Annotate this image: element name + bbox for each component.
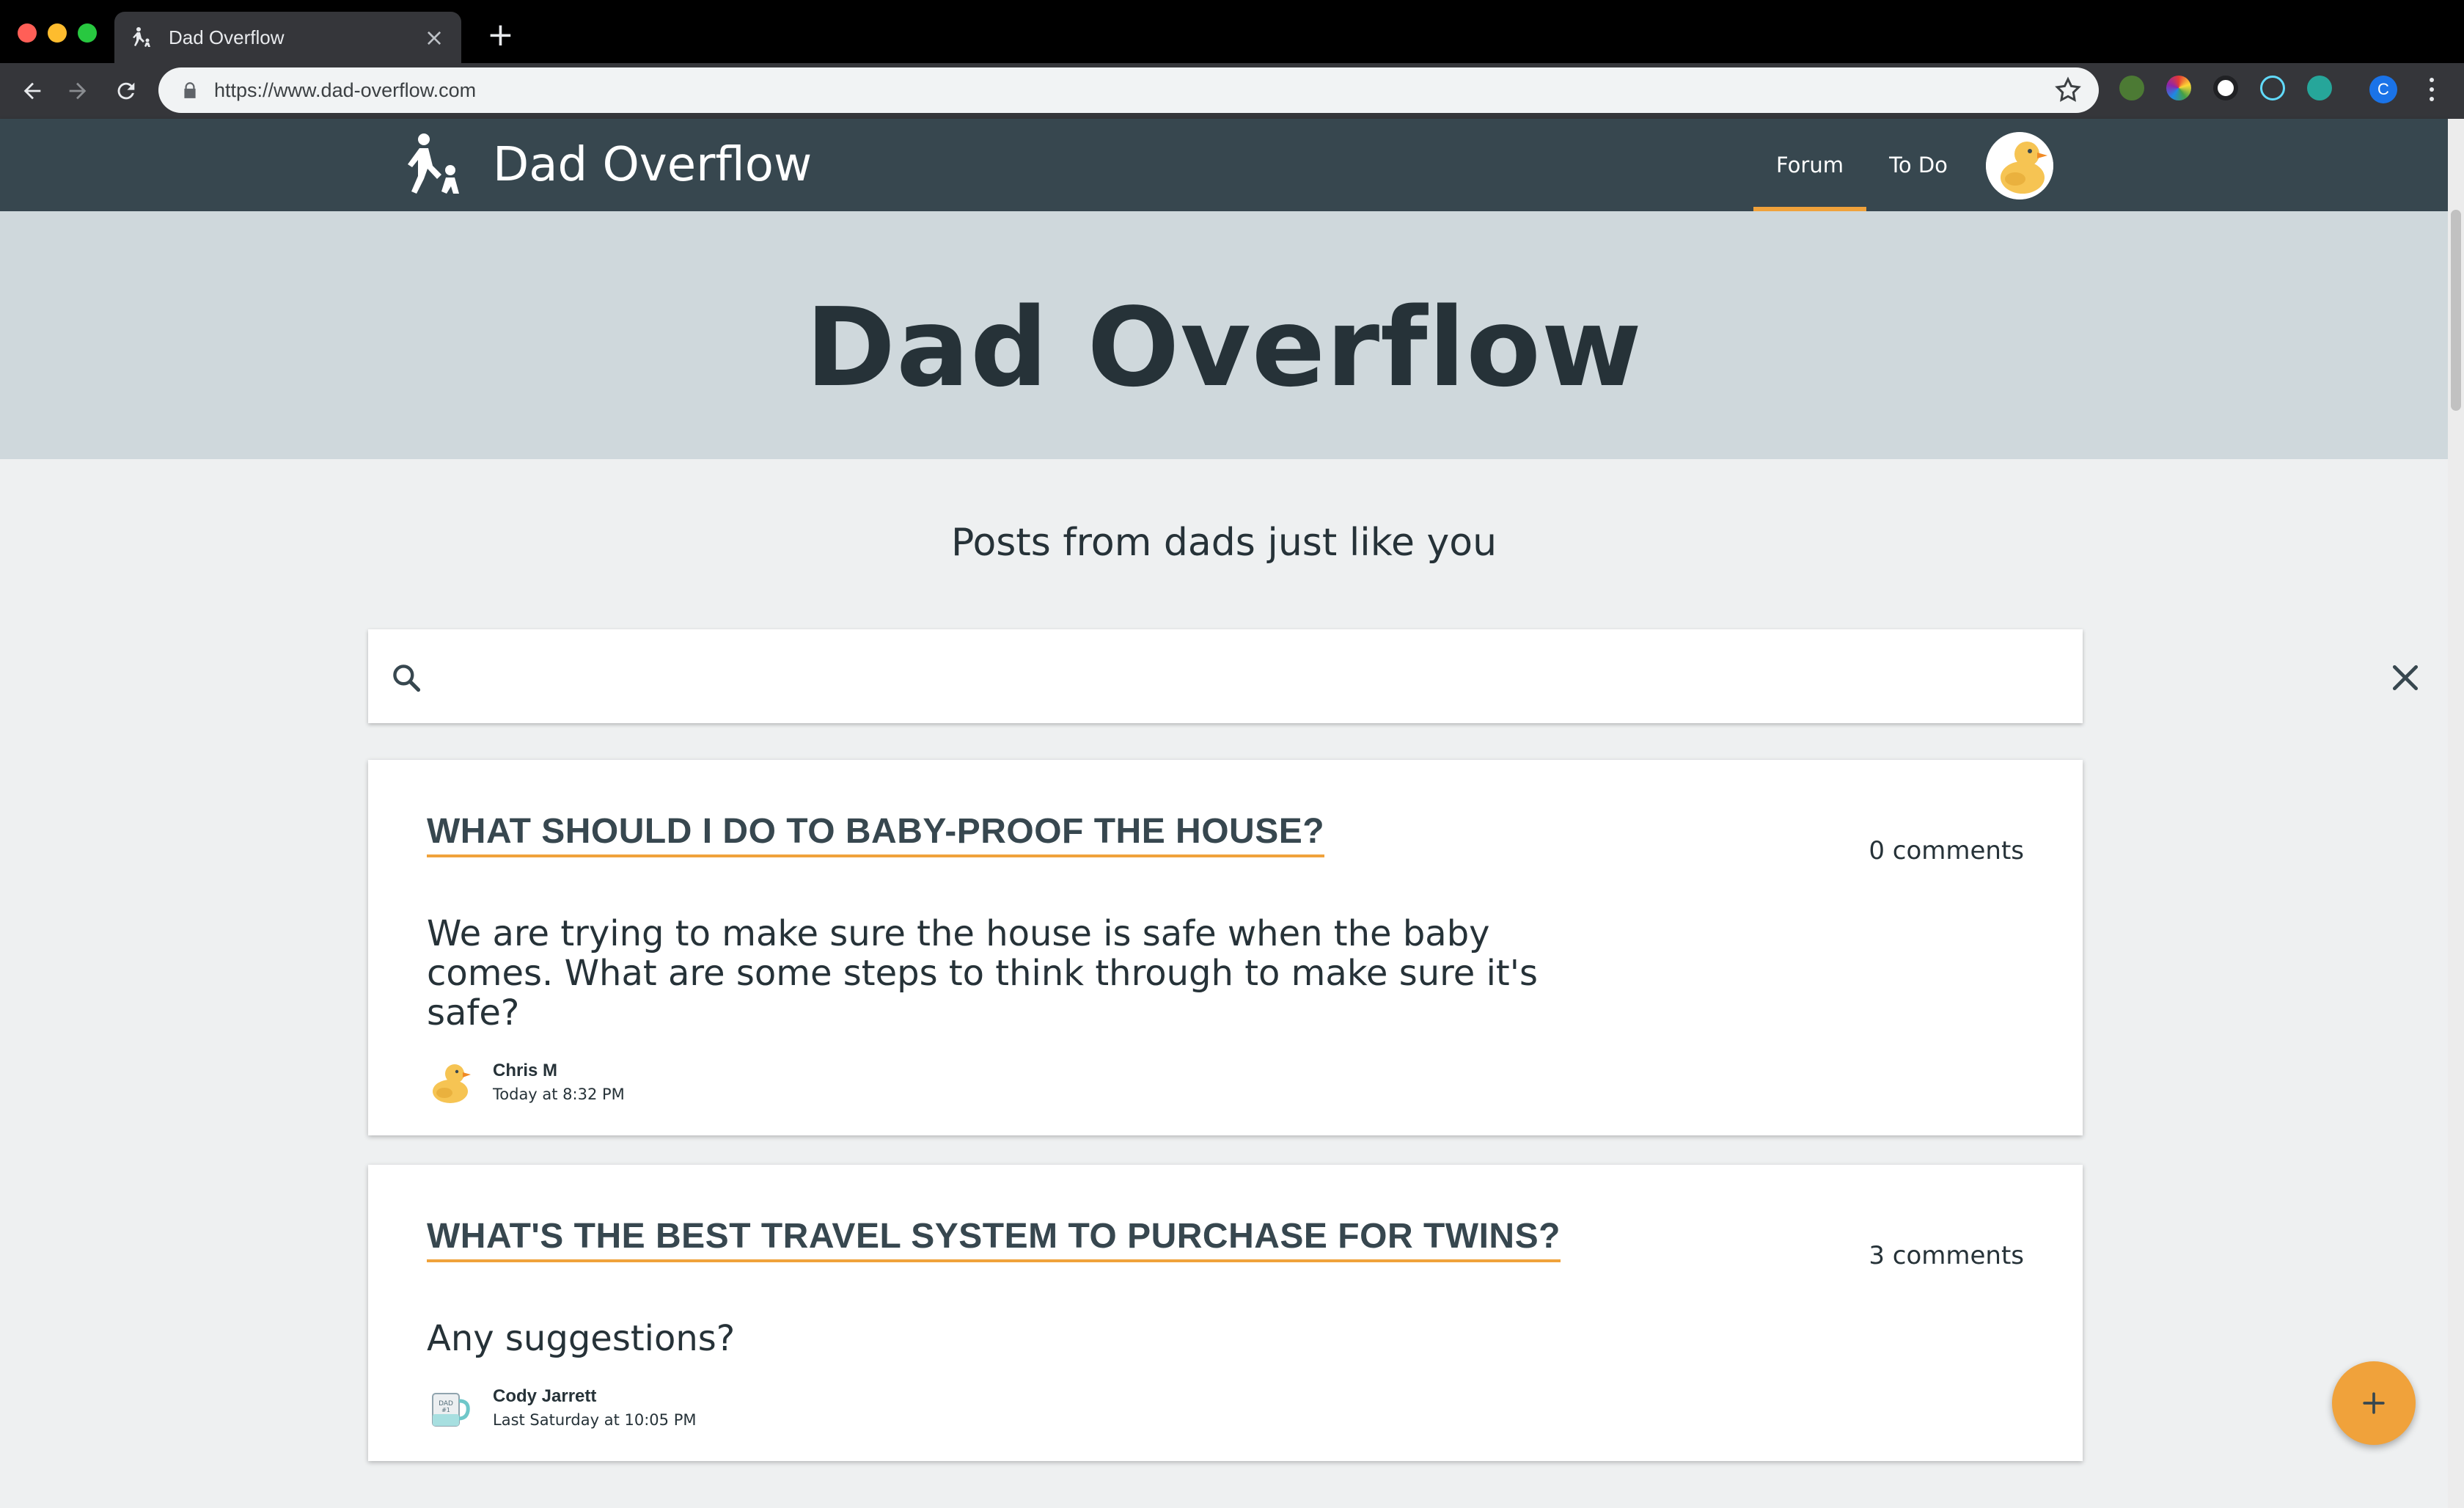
hero-banner: Dad Overflow xyxy=(0,211,2448,459)
add-post-button[interactable] xyxy=(2332,1361,2416,1445)
reload-icon[interactable] xyxy=(110,75,142,107)
browser-tab[interactable]: Dad Overflow × xyxy=(114,12,461,63)
post-card[interactable]: WHAT'S THE BEST TRAVEL SYSTEM TO PURCHAS… xyxy=(368,1165,2083,1461)
tab-title: Dad Overflow xyxy=(169,26,285,48)
svg-text:#1: #1 xyxy=(441,1407,450,1413)
post-body: We are trying to make sure the house is … xyxy=(427,913,1538,1033)
hero-title: Dad Overflow xyxy=(805,285,1643,411)
post-date: Last Saturday at 10:05 PM xyxy=(493,1411,697,1429)
window-close-button[interactable] xyxy=(18,23,37,43)
post-card[interactable]: WHAT SHOULD I DO TO BABY-PROOF THE HOUSE… xyxy=(368,760,2083,1135)
tab-close-icon[interactable]: × xyxy=(423,26,445,49)
nav-tab-forum[interactable]: Forum xyxy=(1753,119,1866,211)
nav-tab-todo[interactable]: To Do xyxy=(1881,119,1956,211)
window-minimize-button[interactable] xyxy=(48,23,67,43)
plus-icon xyxy=(2363,1392,2385,1414)
post-title[interactable]: WHAT SHOULD I DO TO BABY-PROOF THE HOUSE… xyxy=(427,811,1325,857)
post-body: Any suggestions? xyxy=(427,1318,736,1359)
app-header: Dad Overflow Forum To Do xyxy=(0,119,2448,211)
walking-dad-icon[interactable] xyxy=(402,132,463,197)
extension-grenade-icon[interactable] xyxy=(2119,76,2144,100)
post-comment-count[interactable]: 3 comments xyxy=(1869,1241,2024,1270)
page-scrollbar[interactable] xyxy=(2448,119,2464,1508)
search-bar xyxy=(368,629,2419,723)
duck-icon xyxy=(433,1064,471,1103)
walking-dad-icon xyxy=(133,27,150,47)
post-author: Cody Jarrett xyxy=(493,1386,597,1406)
back-icon[interactable] xyxy=(16,75,48,107)
browser-menu-icon[interactable] xyxy=(2424,75,2439,104)
scrollbar-thumb[interactable] xyxy=(2451,210,2461,411)
extension-react-icon[interactable] xyxy=(2260,76,2285,100)
post-author: Chris M xyxy=(493,1061,558,1080)
duck-icon xyxy=(1986,132,2053,200)
post-title[interactable]: WHAT'S THE BEST TRAVEL SYSTEM TO PURCHAS… xyxy=(427,1216,1561,1262)
lock-icon xyxy=(184,82,196,98)
window-maximize-button[interactable] xyxy=(78,23,97,43)
new-tab-icon[interactable]: + xyxy=(487,19,514,51)
post-comment-count[interactable]: 0 comments xyxy=(1869,836,2024,865)
bookmark-star-icon[interactable] xyxy=(2053,76,2083,105)
browser-profile-avatar[interactable]: C xyxy=(2369,76,2397,103)
search-input[interactable] xyxy=(441,644,1981,709)
address-bar[interactable]: https://www.dad-overflow.com xyxy=(158,67,2099,113)
extension-circle-icon[interactable] xyxy=(2213,76,2238,100)
extension-teal-icon[interactable] xyxy=(2307,76,2332,100)
url-text[interactable]: https://www.dad-overflow.com xyxy=(214,79,2053,102)
extension-color-picker-icon[interactable] xyxy=(2166,76,2191,100)
brand-name[interactable]: Dad Overflow xyxy=(493,133,812,197)
user-avatar[interactable] xyxy=(1986,132,2053,200)
search-icon xyxy=(393,665,421,692)
browser-tab-bar: Dad Overflow × + xyxy=(0,0,2464,63)
post-date: Today at 8:32 PM xyxy=(493,1086,625,1103)
close-icon[interactable] xyxy=(2389,662,2421,694)
mug-icon: DAD #1 xyxy=(432,1393,470,1427)
page-subtitle: Posts from dads just like you xyxy=(950,521,1497,565)
forward-icon[interactable] xyxy=(62,75,94,107)
